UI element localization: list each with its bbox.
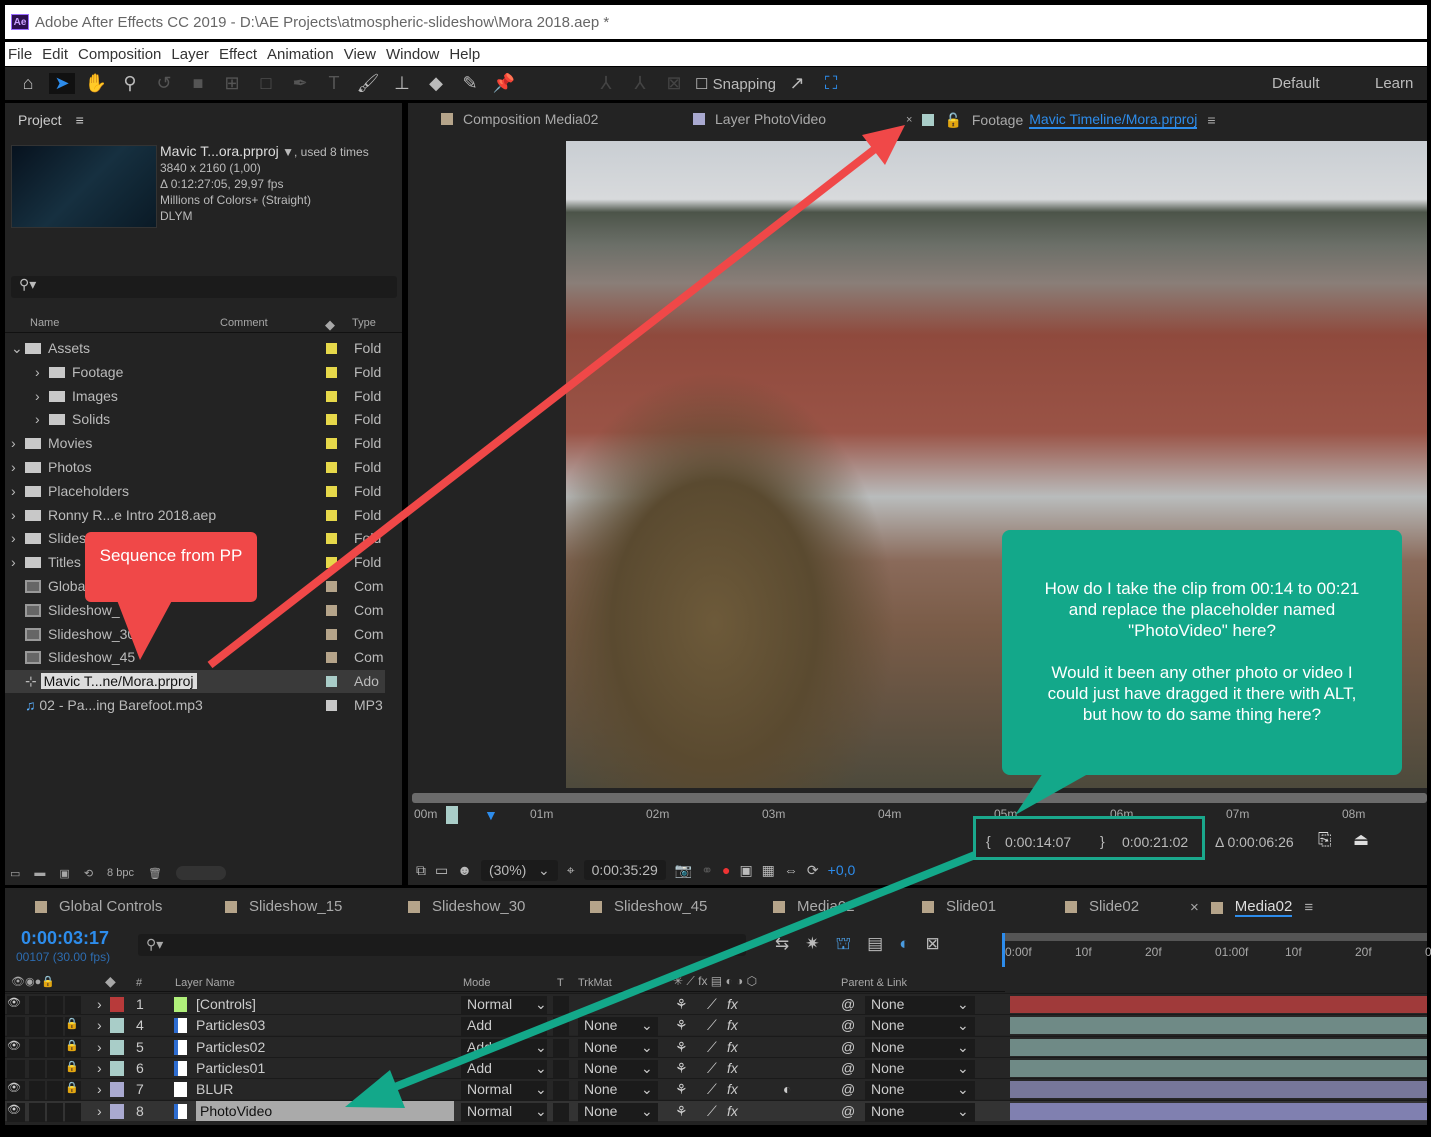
teal-callout-tail xyxy=(1015,770,1095,815)
red-callout: Sequence from PP xyxy=(85,532,257,602)
red-arrow-line xyxy=(207,141,883,669)
teal-arrow-line xyxy=(373,851,977,1099)
red-callout-tail xyxy=(115,595,175,660)
teal-callout: How do I take the clip from 00:14 to 00:… xyxy=(1002,530,1402,775)
teal-arrow xyxy=(345,770,1095,1108)
teal-arrow-head xyxy=(345,1070,405,1108)
teal-callout-question: How do I take the clip from 00:14 to 00:… xyxy=(1044,579,1360,640)
teal-callout-followup: Would it been any other photo or video I… xyxy=(1047,663,1357,724)
